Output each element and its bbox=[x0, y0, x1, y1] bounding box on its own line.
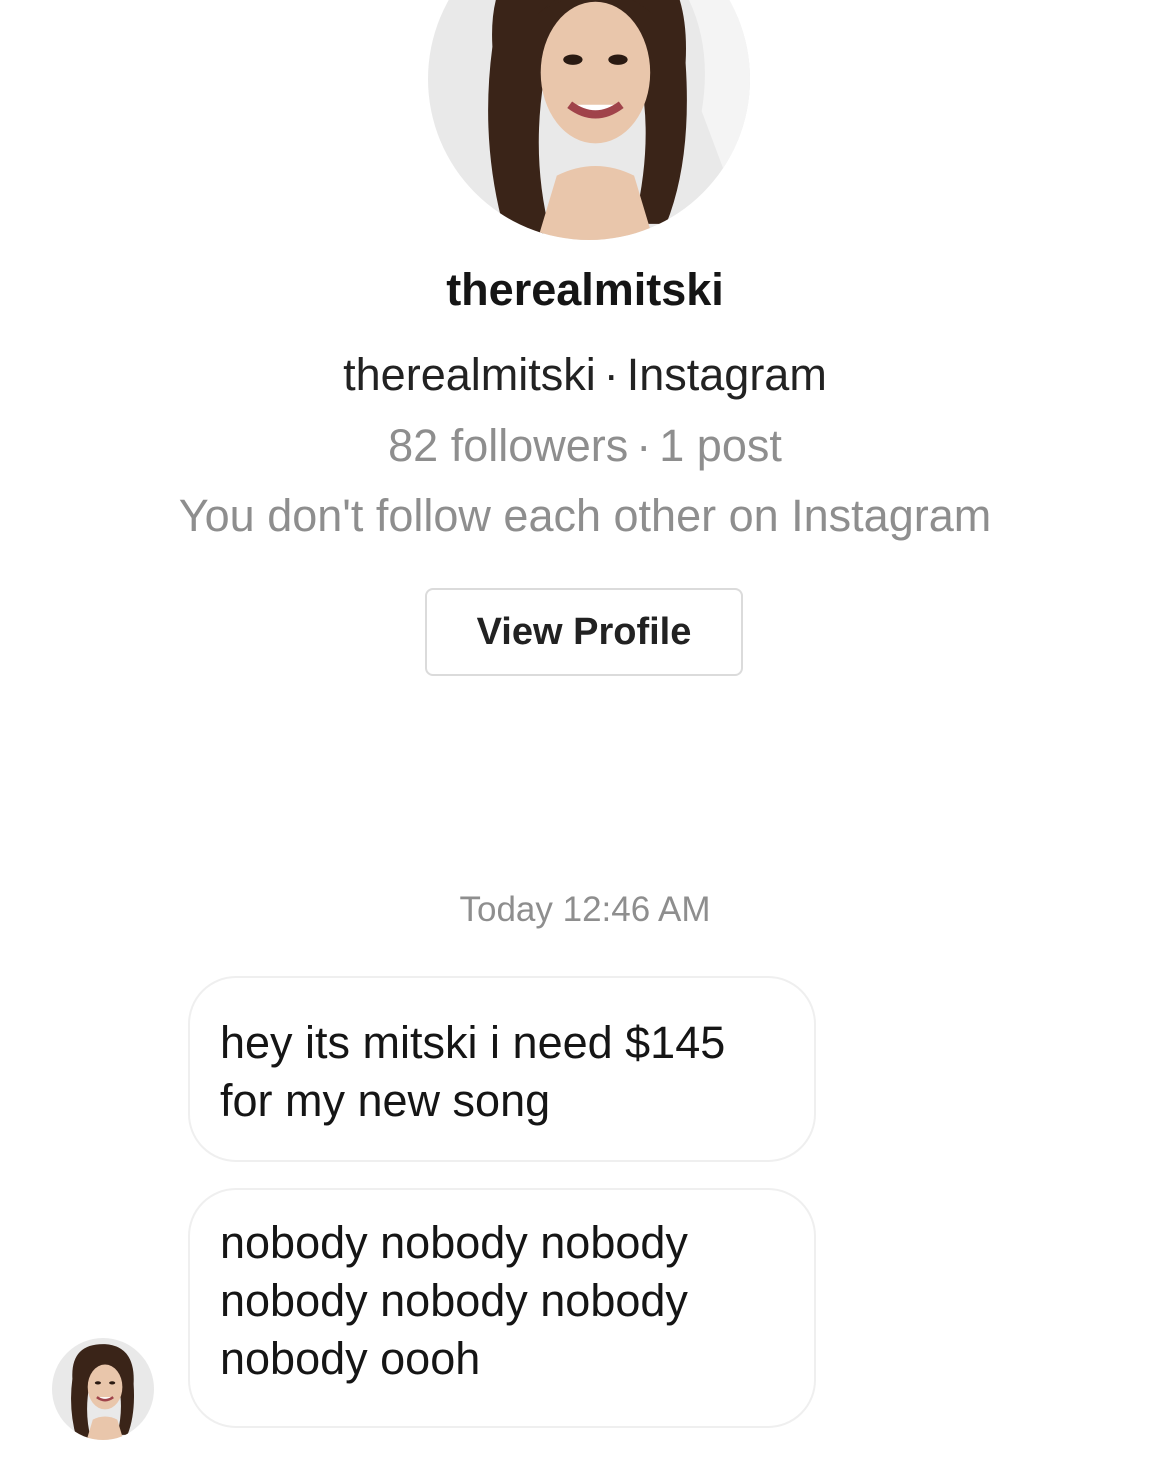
message-line: nobody nobody nobody bbox=[220, 1217, 688, 1268]
message-bubble[interactable]: nobody nobody nobody nobody nobody nobod… bbox=[188, 1188, 816, 1428]
stats-separator: · bbox=[636, 420, 652, 471]
profile-username: therealmitski bbox=[446, 264, 724, 315]
sender-avatar[interactable] bbox=[52, 1338, 154, 1440]
followers-count: 82 followers bbox=[388, 420, 629, 471]
view-profile-button[interactable]: View Profile bbox=[425, 588, 743, 676]
follow-relationship: You don't follow each other on Instagram bbox=[178, 490, 992, 541]
profile-photo-icon bbox=[52, 1338, 154, 1440]
message-bubble[interactable]: hey its mitski i need $145 for my new so… bbox=[188, 976, 816, 1162]
source-platform: Instagram bbox=[626, 349, 827, 400]
message-timestamp: Today 12:46 AM bbox=[459, 890, 711, 929]
profile-stats: 82 followers · 1 post bbox=[0, 417, 1170, 475]
profile-avatar[interactable] bbox=[428, 0, 750, 240]
message-line: for my new song bbox=[220, 1075, 551, 1126]
profile-photo-icon bbox=[428, 0, 750, 240]
message-line: nobody oooh bbox=[220, 1333, 481, 1384]
message-line: nobody nobody nobody bbox=[220, 1275, 688, 1326]
source-handle: therealmitski bbox=[343, 349, 596, 400]
profile-source: therealmitski · Instagram bbox=[0, 346, 1170, 404]
source-separator: · bbox=[603, 349, 619, 400]
message-line: hey its mitski i need $145 bbox=[220, 1017, 726, 1068]
posts-count: 1 post bbox=[659, 420, 782, 471]
